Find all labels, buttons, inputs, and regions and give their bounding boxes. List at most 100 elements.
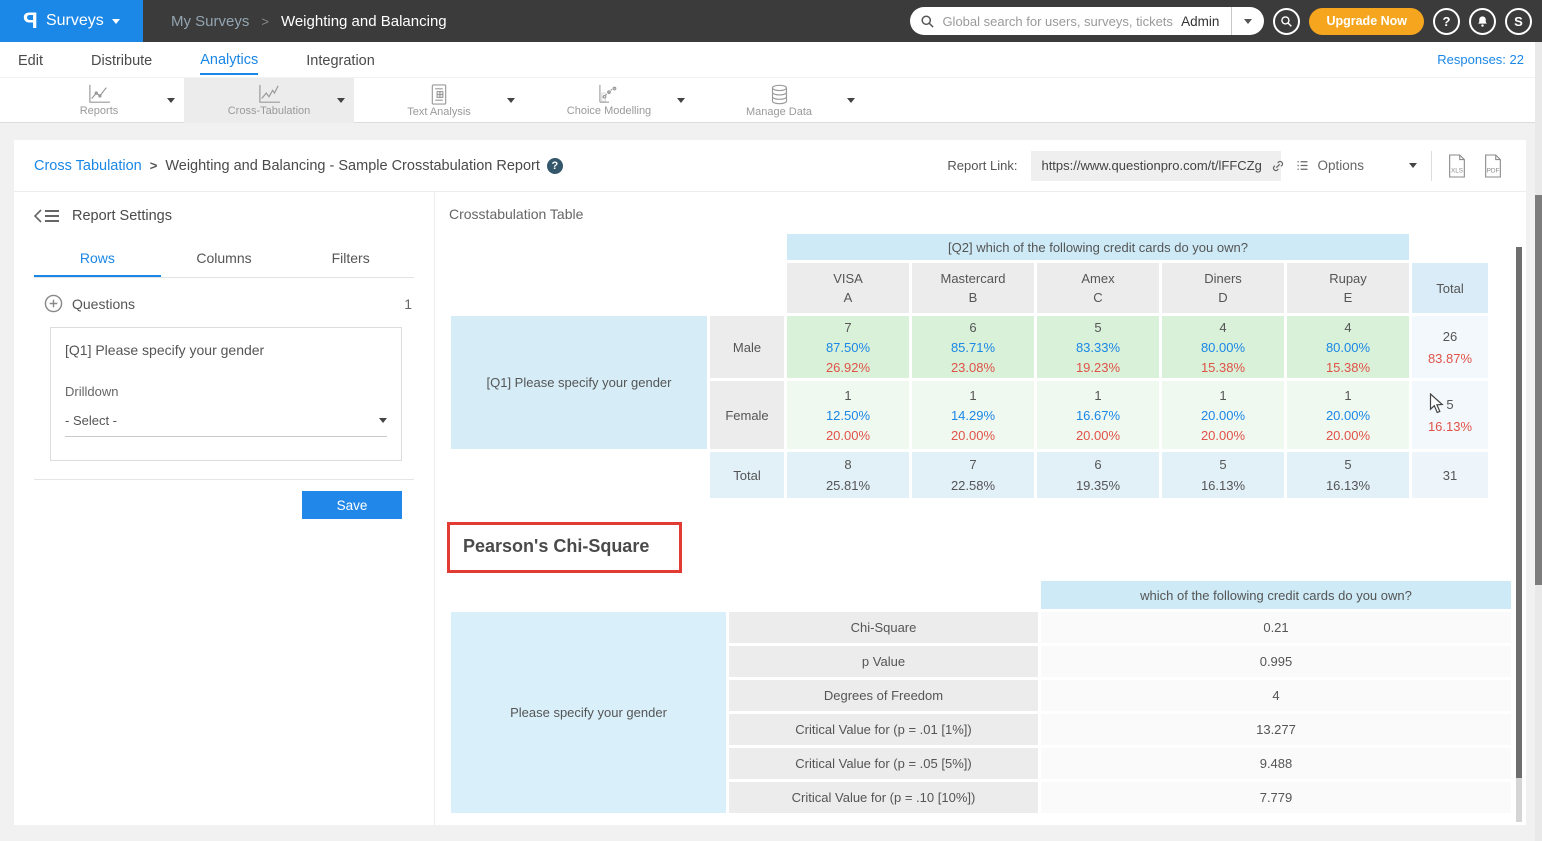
panel-header: Report Settings [34, 208, 414, 224]
page-scrollbar-thumb[interactable] [1535, 195, 1542, 585]
total-cell: 516.13% [1162, 452, 1284, 498]
cross-tabulation-breadcrumb-link[interactable]: Cross Tabulation [34, 158, 142, 174]
data-cell: 116.67%20.00% [1037, 381, 1159, 449]
line-chart-icon [87, 84, 111, 104]
data-cell: 120.00%20.00% [1287, 381, 1409, 449]
content-scrollbar-track[interactable] [1516, 778, 1522, 822]
chi-row-header: Please specify your gender [451, 612, 726, 813]
content-scrollbar[interactable] [1516, 247, 1522, 825]
grand-total-cell: 31 [1412, 452, 1488, 498]
question-item[interactable]: [Q1] Please specify your gender Drilldow… [50, 327, 402, 461]
panel-title: Report Settings [72, 208, 172, 224]
chi-stat-label: p Value [729, 646, 1038, 677]
save-button[interactable]: Save [302, 491, 402, 519]
user-avatar[interactable]: S [1505, 8, 1532, 35]
row-label-male: Male [710, 316, 784, 378]
toolbar-text-analysis-label: Text Analysis [407, 106, 471, 118]
column-header: VISAA [787, 263, 909, 313]
total-cell: 619.35% [1037, 452, 1159, 498]
total-cell: 722.58% [912, 452, 1034, 498]
link-icon[interactable] [1270, 158, 1286, 174]
toolbar-choice-modelling[interactable]: Choice Modelling [524, 78, 694, 123]
options-button[interactable]: Options [1295, 158, 1417, 173]
data-cell: 787.50%26.92% [787, 316, 909, 378]
question-text: [Q1] Please specify your gender [65, 342, 387, 358]
survey-nav-bar: Edit Distribute Analytics Integration Re… [0, 42, 1542, 77]
tab-filters[interactable]: Filters [287, 242, 414, 277]
chi-stat-value: 9.488 [1041, 748, 1511, 779]
total-column-header: Total [1412, 263, 1488, 313]
tab-integration[interactable]: Integration [306, 46, 375, 74]
brand-logo-button[interactable]: P Surveys [0, 0, 143, 42]
crosstab-section-title: Crosstabulation Table [449, 206, 1526, 222]
line-chart-icon [257, 84, 281, 104]
toolbar-manage-data[interactable]: Manage Data [694, 78, 864, 123]
chi-stat-label: Degrees of Freedom [729, 680, 1038, 711]
breadcrumb-my-surveys[interactable]: My Surveys [171, 13, 249, 30]
global-search[interactable]: Admin [910, 7, 1264, 35]
divider [1431, 151, 1432, 181]
search-scope-dropdown[interactable] [1232, 7, 1264, 35]
window-breadcrumb: My Surveys > Weighting and Balancing [171, 13, 447, 30]
chi-stat-label: Critical Value for (p = .01 [1%]) [729, 714, 1038, 745]
tab-columns[interactable]: Columns [161, 242, 288, 277]
title-help-icon[interactable]: ? [547, 158, 563, 174]
report-card: Cross Tabulation > Weighting and Balanci… [14, 140, 1526, 825]
notifications-button[interactable] [1469, 8, 1496, 35]
help-button[interactable]: ? [1433, 8, 1460, 35]
data-cell: 114.29%20.00% [912, 381, 1034, 449]
chi-square-table: which of the following credit cards do y… [448, 578, 1514, 816]
search-button[interactable] [1273, 8, 1300, 35]
reports-dropdown-icon[interactable] [167, 98, 175, 103]
chi-column-header: which of the following credit cards do y… [1041, 581, 1511, 609]
toolbar-reports[interactable]: Reports [14, 78, 184, 123]
tab-rows[interactable]: Rows [34, 242, 161, 277]
report-settings-panel: Report Settings Rows Columns Filters Que… [14, 192, 435, 825]
drilldown-select[interactable]: - Select - [65, 413, 387, 437]
chi-stat-value: 0.995 [1041, 646, 1511, 677]
analytics-toolbar: Reports Cross-Tabulation Text Analysis C… [0, 77, 1542, 123]
search-input[interactable] [942, 14, 1181, 29]
choice-modelling-dropdown-icon[interactable] [677, 98, 685, 103]
total-cell: 825.81% [787, 452, 909, 498]
toolbar-cross-tabulation[interactable]: Cross-Tabulation [184, 78, 354, 123]
chi-stat-value: 13.277 [1041, 714, 1511, 745]
column-header: RupayE [1287, 263, 1409, 313]
page-title: Weighting and Balancing - Sample Crossta… [165, 158, 540, 174]
collapse-panel-icon[interactable] [34, 209, 60, 223]
breadcrumb-separator: > [150, 158, 158, 173]
toolbar-text-analysis[interactable]: Text Analysis [354, 78, 524, 123]
export-pdf-button[interactable]: PDF [1482, 154, 1504, 178]
tab-distribute[interactable]: Distribute [91, 46, 152, 74]
report-link-url[interactable]: https://www.questionpro.com/t/lFFCZg [1041, 158, 1261, 173]
report-link-field[interactable]: https://www.questionpro.com/t/lFFCZg [1031, 151, 1281, 181]
product-name: Surveys [46, 12, 104, 30]
questionpro-logo-icon: P [23, 8, 38, 34]
plus-circle-icon[interactable] [44, 294, 63, 313]
questions-section-header[interactable]: Questions 1 [34, 294, 414, 313]
settings-tabs: Rows Columns Filters [34, 242, 414, 278]
responses-count: Responses: 22 [1437, 52, 1524, 67]
tab-analytics[interactable]: Analytics [200, 45, 258, 75]
text-analysis-dropdown-icon[interactable] [507, 98, 515, 103]
export-xls-button[interactable]: XLS [1446, 154, 1468, 178]
cross-tabulation-dropdown-icon[interactable] [337, 98, 345, 103]
data-cell: 480.00%15.38% [1287, 316, 1409, 378]
report-header: Cross Tabulation > Weighting and Balanci… [14, 140, 1526, 192]
content-scrollbar-thumb[interactable] [1516, 247, 1522, 778]
breadcrumb-current-survey: Weighting and Balancing [281, 13, 447, 30]
questions-label: Questions [72, 296, 135, 312]
data-cell: 583.33%19.23% [1037, 316, 1159, 378]
total-row-label: Total [710, 452, 784, 498]
data-cell: 480.00%15.38% [1162, 316, 1284, 378]
search-icon [920, 14, 935, 29]
search-scope-admin[interactable]: Admin [1181, 14, 1231, 29]
top-bar-actions: Admin Upgrade Now ? S [910, 0, 1532, 42]
tab-edit[interactable]: Edit [18, 46, 43, 74]
total-cell: 516.13% [1287, 452, 1409, 498]
manage-data-dropdown-icon[interactable] [847, 98, 855, 103]
database-icon [769, 84, 790, 105]
page-scrollbar[interactable] [1535, 42, 1542, 841]
upgrade-now-button[interactable]: Upgrade Now [1309, 8, 1424, 35]
svg-text:PDF: PDF [1487, 167, 1500, 174]
